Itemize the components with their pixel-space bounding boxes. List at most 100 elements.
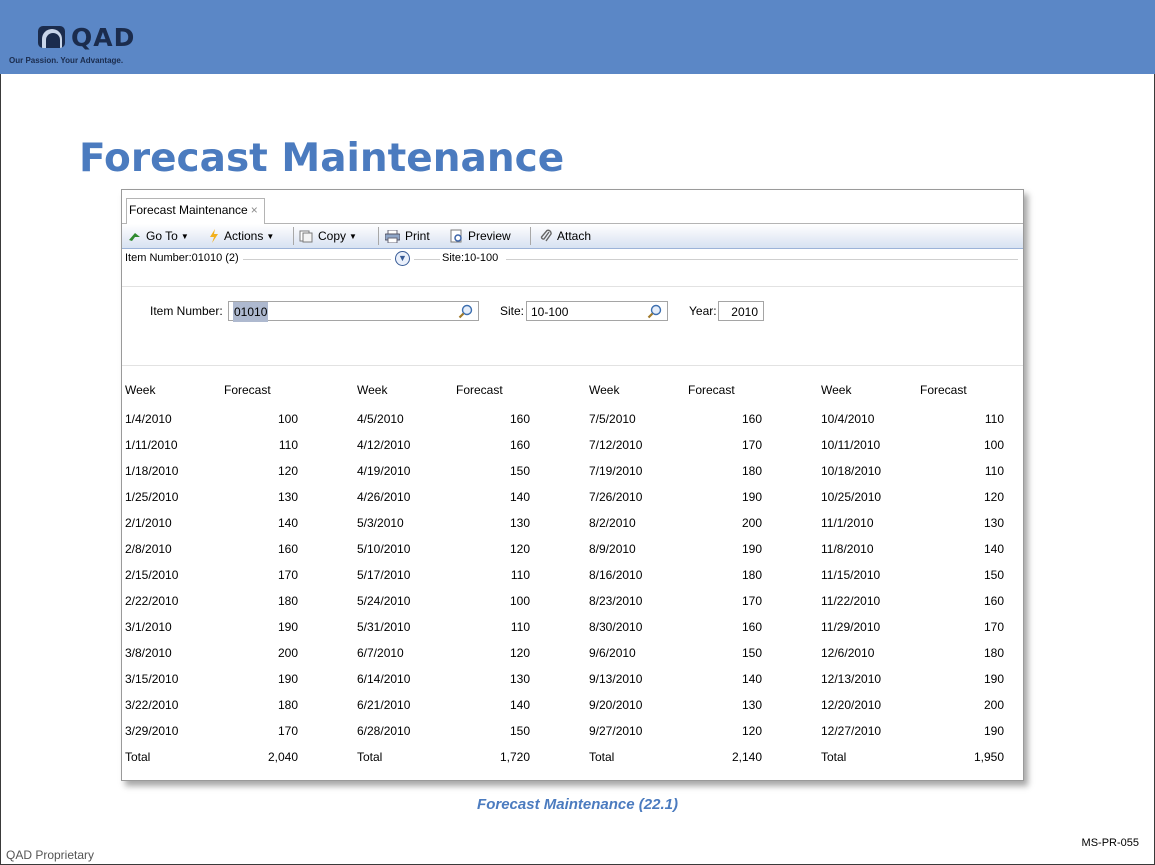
forecast-qty-cell[interactable]: 160 [702, 412, 762, 426]
forecast-qty-cell[interactable]: 110 [944, 412, 1004, 426]
forecast-qty-cell[interactable]: 190 [702, 542, 762, 556]
toolbar-separator [530, 227, 531, 245]
forecast-qty-cell[interactable]: 190 [238, 672, 298, 686]
forecast-qty-cell[interactable]: 200 [702, 516, 762, 530]
search-icon[interactable] [647, 304, 662, 325]
forecast-qty-cell[interactable]: 200 [944, 698, 1004, 712]
forecast-qty-cell[interactable]: 160 [238, 542, 298, 556]
forecast-qty-cell[interactable]: 130 [702, 698, 762, 712]
week-column-header[interactable]: Week [821, 383, 851, 397]
forecast-qty-cell[interactable]: 160 [470, 438, 530, 452]
week-date-cell: 12/27/2010 [821, 724, 882, 738]
forecast-qty-cell[interactable]: 170 [944, 620, 1004, 634]
week-column-header[interactable]: Week [125, 383, 155, 397]
forecast-column-header[interactable]: Forecast [920, 383, 967, 397]
forecast-column-header[interactable]: Forecast [456, 383, 503, 397]
forecast-qty-cell[interactable]: 100 [944, 438, 1004, 452]
forecast-qty-cell[interactable]: 140 [944, 542, 1004, 556]
forecast-qty-cell[interactable]: 130 [238, 490, 298, 504]
total-value: 1,950 [973, 750, 1004, 764]
forecast-qty-cell[interactable]: 160 [944, 594, 1004, 608]
forecast-qty-cell[interactable]: 110 [238, 438, 298, 452]
forecast-qty-cell[interactable]: 120 [702, 724, 762, 738]
forecast-qty-cell[interactable]: 160 [470, 412, 530, 426]
copy-button[interactable]: Copy ▼ [299, 227, 357, 245]
preview-label: Preview [468, 229, 511, 243]
forecast-qty-cell[interactable]: 150 [470, 724, 530, 738]
goto-button[interactable]: Go To ▼ [128, 227, 189, 245]
forecast-column-header[interactable]: Forecast [224, 383, 271, 397]
expand-chevron-icon[interactable]: ▼ [395, 251, 410, 266]
forecast-qty-cell[interactable]: 120 [944, 490, 1004, 504]
forecast-qty-cell[interactable]: 190 [944, 672, 1004, 686]
attach-label: Attach [557, 229, 592, 243]
forecast-qty-cell[interactable]: 190 [944, 724, 1004, 738]
attach-button[interactable]: Attach [540, 227, 591, 245]
forecast-qty-cell[interactable]: 110 [944, 464, 1004, 478]
week-date-cell: 3/1/2010 [125, 620, 172, 634]
forecast-qty-cell[interactable]: 130 [470, 672, 530, 686]
preview-button[interactable]: Preview [450, 227, 511, 245]
week-date-cell: 9/27/2010 [589, 724, 643, 738]
forecast-qty-cell[interactable]: 180 [702, 568, 762, 582]
summary-bar: Item Number:01010 (2) ▼ Site:10-100 [122, 248, 1023, 270]
forecast-qty-cell[interactable]: 200 [238, 646, 298, 660]
print-button[interactable]: Print [384, 227, 430, 248]
forecast-qty-cell[interactable]: 180 [702, 464, 762, 478]
search-icon[interactable] [458, 304, 473, 325]
chevron-down-icon: ▼ [349, 232, 357, 241]
week-date-cell: 1/11/2010 [125, 438, 178, 452]
forecast-qty-cell[interactable]: 120 [470, 542, 530, 556]
week-date-cell: 12/20/2010 [821, 698, 882, 712]
forecast-qty-cell[interactable]: 170 [238, 724, 298, 738]
item-number-field[interactable]: 01010 [228, 301, 479, 322]
forecast-qty-cell[interactable]: 170 [702, 594, 762, 608]
year-field[interactable]: 2010 [718, 301, 764, 321]
forecast-qty-cell[interactable]: 110 [470, 620, 530, 634]
forecast-qty-cell[interactable]: 190 [238, 620, 298, 634]
forecast-qty-cell[interactable]: 170 [702, 438, 762, 452]
site-field[interactable]: 10-100 [526, 301, 668, 321]
week-date-cell: 2/8/2010 [125, 542, 172, 556]
site-value: 10-100 [531, 305, 569, 319]
forecast-qty-cell[interactable]: 100 [238, 412, 298, 426]
week-date-cell: 11/29/2010 [821, 620, 881, 634]
chevron-down-icon: ▼ [266, 232, 275, 241]
forecast-qty-cell[interactable]: 140 [238, 516, 298, 530]
week-date-cell: 10/11/2010 [821, 438, 881, 452]
actions-button[interactable]: Actions ▼ [209, 227, 274, 245]
divider [122, 365, 1023, 366]
forecast-qty-cell[interactable]: 190 [702, 490, 762, 504]
forecast-qty-cell[interactable]: 160 [702, 620, 762, 634]
forecast-qty-cell[interactable]: 100 [470, 594, 530, 608]
week-date-cell: 11/1/2010 [821, 516, 874, 530]
forecast-qty-cell[interactable]: 180 [238, 594, 298, 608]
site-label: Site: [500, 304, 525, 318]
forecast-qty-cell[interactable]: 110 [470, 568, 530, 582]
printer-icon [384, 229, 401, 248]
week-date-cell: 4/19/2010 [357, 464, 411, 478]
forecast-qty-cell[interactable]: 170 [238, 568, 298, 582]
forecast-qty-cell[interactable]: 150 [470, 464, 530, 478]
forecast-qty-cell[interactable]: 140 [702, 672, 762, 686]
forecast-qty-cell[interactable]: 120 [238, 464, 298, 478]
week-column-header[interactable]: Week [589, 383, 619, 397]
forecast-qty-cell[interactable]: 180 [944, 646, 1004, 660]
forecast-qty-cell[interactable]: 130 [944, 516, 1004, 530]
forecast-qty-cell[interactable]: 140 [470, 490, 530, 504]
forecast-qty-cell[interactable]: 180 [238, 698, 298, 712]
tab-forecast-maintenance[interactable]: Forecast Maintenance × [126, 198, 265, 224]
forecast-qty-cell[interactable]: 130 [470, 516, 530, 530]
total-label: Total [821, 750, 847, 764]
forecast-qty-cell[interactable]: 150 [944, 568, 1004, 582]
week-date-cell: 9/13/2010 [589, 672, 643, 686]
forecast-qty-cell[interactable]: 120 [470, 646, 530, 660]
week-date-cell: 6/28/2010 [357, 724, 411, 738]
close-icon[interactable]: × [251, 203, 258, 217]
year-label: Year: [689, 304, 717, 318]
forecast-qty-cell[interactable]: 140 [470, 698, 530, 712]
forecast-column-header[interactable]: Forecast [688, 383, 735, 397]
week-column-header[interactable]: Week [357, 383, 387, 397]
forecast-qty-cell[interactable]: 150 [702, 646, 762, 660]
total-label: Total [589, 750, 615, 764]
